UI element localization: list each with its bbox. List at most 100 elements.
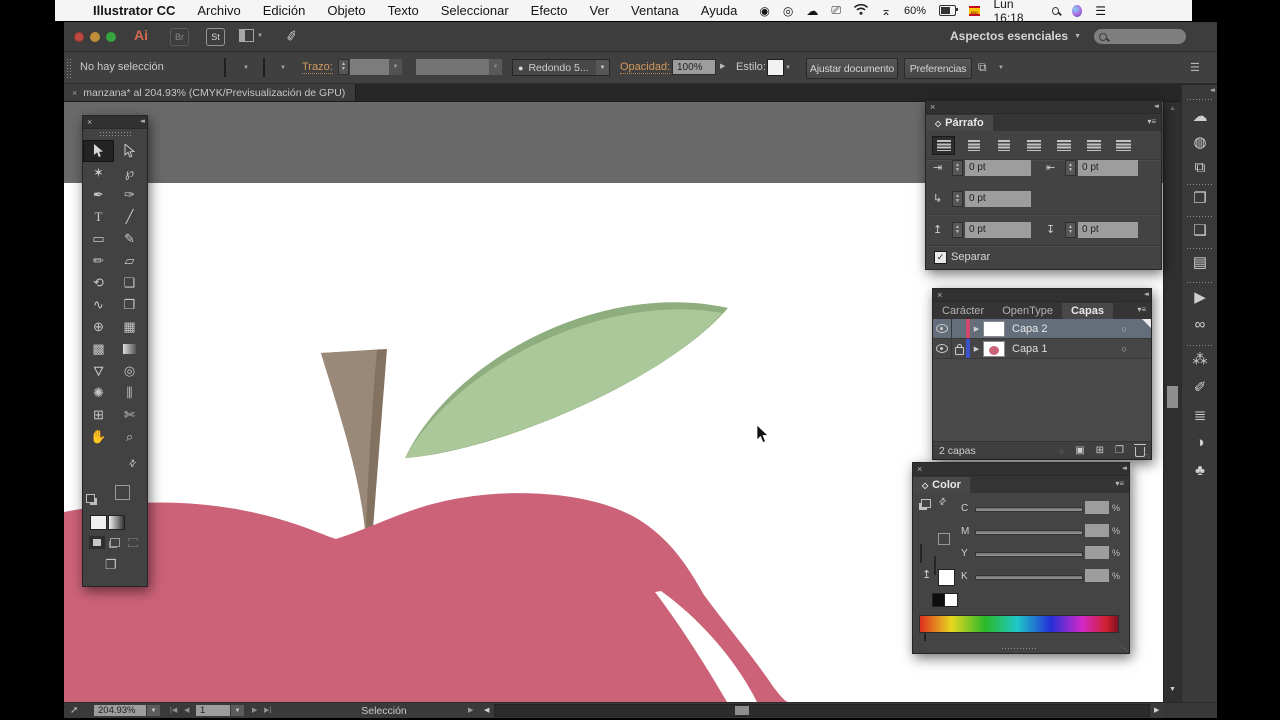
stroke-weight-dropdown[interactable]: ▼ [350, 59, 402, 75]
artboard-dropdown-arrow[interactable]: ▼ [231, 705, 244, 716]
dock-grip[interactable] [1186, 98, 1213, 102]
new-layer-icon[interactable]: ❐ [1115, 445, 1124, 456]
app-search-field[interactable] [1094, 29, 1186, 44]
tab-caracter[interactable]: Carácter [933, 303, 993, 319]
stroke-panel-icon[interactable]: ≣ [1182, 406, 1218, 424]
dock-collapse-icon[interactable]: ◂◂ [1210, 86, 1215, 94]
justify-last-center-button[interactable] [1052, 136, 1075, 155]
magenta-slider[interactable] [975, 530, 1083, 535]
draw-normal-mode-button[interactable] [89, 536, 105, 549]
gradient-tool[interactable] [114, 338, 145, 360]
color-stroke-swatch[interactable] [934, 556, 936, 575]
spotlight-icon[interactable] [1051, 6, 1060, 15]
mesh-tool[interactable]: ▩ [83, 338, 114, 360]
justify-all-button[interactable] [1112, 136, 1135, 155]
hyphenate-checkbox[interactable]: ✓ [934, 251, 947, 264]
zoom-tool[interactable]: ⌕ [114, 426, 145, 448]
pencil-tool[interactable]: ✏ [83, 250, 114, 272]
wifi-icon[interactable] [853, 3, 869, 18]
status-display-arrow-icon[interactable]: ▶ [468, 706, 473, 714]
target-status-icon[interactable]: ◎ [783, 4, 793, 18]
fit-document-button[interactable]: Ajustar documento [806, 58, 898, 79]
next-artboard-icon[interactable]: ▶ [252, 706, 257, 714]
lock-toggle[interactable] [952, 343, 966, 355]
control-panel-menu-icon[interactable]: ☰ [1190, 61, 1200, 74]
vertical-scrollbar[interactable]: ▲ ▼ [1163, 102, 1181, 702]
layer-row-capa2[interactable]: ▶ Capa 2 ○ [933, 319, 1151, 339]
black-value-input[interactable] [1085, 569, 1109, 582]
align-center-button[interactable] [962, 136, 985, 155]
color-fill-swatch[interactable] [920, 544, 922, 563]
type-tool[interactable]: T [83, 206, 114, 228]
airplay-icon[interactable]: ⌅ [881, 4, 891, 18]
space-before-stepper[interactable]: ▲ ▼ [952, 222, 963, 238]
document-tab[interactable]: × manzana* al 204.93% (CMYK/Previsualiza… [64, 84, 356, 101]
align-glyphs-chevron-icon[interactable]: ▼ [998, 65, 1004, 71]
artboard-tool[interactable]: ⊞ [83, 404, 114, 426]
close-document-icon[interactable]: × [72, 88, 77, 98]
style-swatch[interactable] [767, 59, 784, 76]
hscroll-right-arrow[interactable]: ▶ [1154, 706, 1159, 714]
display-icon[interactable]: ⎚ [831, 3, 841, 18]
draw-inside-mode-button[interactable] [125, 536, 141, 549]
locate-object-icon[interactable]: ○ [1059, 446, 1064, 456]
black-slider[interactable] [975, 575, 1083, 580]
notification-center-icon[interactable]: ☰ [1095, 4, 1106, 18]
paragraph-close-icon[interactable]: × [930, 101, 935, 113]
draw-behind-mode-button[interactable] [107, 536, 123, 549]
menu-edicion[interactable]: Edición [263, 3, 306, 18]
new-sublayer-icon[interactable]: ⊞ [1096, 445, 1104, 456]
scroll-down-arrow[interactable]: ▼ [1169, 686, 1176, 693]
cc-libraries-icon[interactable]: ☁ [1182, 107, 1218, 125]
stroke-color-chevron-icon[interactable]: ▼ [280, 65, 286, 71]
hand-tool[interactable]: ✋ [83, 426, 114, 448]
status-display[interactable]: Selección [304, 705, 464, 717]
symbols-icon[interactable]: ♣ [1182, 462, 1218, 479]
color-resize-grip[interactable]: ⋱ [1121, 645, 1128, 653]
color-mode-button[interactable] [90, 515, 107, 530]
layers-close-icon[interactable]: × [937, 289, 942, 301]
minimize-window-button[interactable] [90, 32, 100, 42]
record-status-icon[interactable]: ◉ [759, 4, 769, 18]
shape-builder-tool[interactable]: ⊕ [83, 316, 114, 338]
first-line-indent-input[interactable]: 0 pt [965, 191, 1031, 207]
color-spectrum-bar[interactable] [919, 615, 1119, 633]
paragraph-panel-header[interactable]: × ◂◂ [926, 101, 1161, 114]
touch-workspace-icon[interactable]: ✐ [284, 27, 299, 46]
curvature-tool[interactable]: ✑ [114, 184, 145, 206]
align-left-button[interactable] [932, 136, 955, 155]
align-right-button[interactable] [992, 136, 1015, 155]
actions-icon[interactable]: ▶ [1182, 288, 1218, 306]
artboards-icon[interactable]: ❐ [1182, 189, 1218, 207]
menu-archivo[interactable]: Archivo [197, 3, 240, 18]
line-segment-tool[interactable]: ╱ [114, 206, 145, 228]
dock-group-grip-4[interactable] [1186, 281, 1213, 285]
horizontal-scrollbar[interactable] [494, 704, 1150, 717]
disclosure-triangle-icon[interactable]: ▶ [970, 325, 983, 333]
column-graph-tool[interactable]: ⫼ [114, 382, 145, 404]
brush-definition-dropdown[interactable]: ● Redondo 5... ▼ [512, 59, 610, 76]
layers-panel-header[interactable]: × ◂◂ [933, 289, 1151, 302]
rotate-tool[interactable]: ⟲ [83, 272, 114, 294]
paragraph-collapse-icon[interactable]: ◂◂ [1154, 101, 1159, 113]
layers-collapse-icon[interactable]: ◂◂ [1144, 289, 1149, 301]
dock-group-grip-2[interactable] [1186, 215, 1213, 219]
keyboard-layout-icon[interactable]: ISO [968, 5, 981, 16]
menu-objeto[interactable]: Objeto [327, 3, 365, 18]
first-artboard-icon[interactable]: |◀ [170, 706, 177, 714]
symbol-sprayer-tool[interactable]: ✺ [83, 382, 114, 404]
control-bar-grip[interactable] [66, 58, 71, 78]
default-fill-stroke-icon[interactable] [86, 494, 95, 503]
layers-resize-grip[interactable]: ⋱ [1143, 451, 1150, 459]
visibility-toggle[interactable] [933, 324, 951, 333]
magic-wand-tool[interactable]: ✶ [83, 162, 114, 184]
selection-tool[interactable] [83, 140, 114, 162]
horizontal-scroll-thumb[interactable] [735, 706, 749, 715]
lasso-tool[interactable]: ℘ [114, 162, 145, 184]
cyan-value-input[interactable] [1085, 501, 1109, 514]
layer-row-capa1[interactable]: ▶ Capa 1 ○ [933, 339, 1151, 359]
yellow-value-input[interactable] [1085, 546, 1109, 559]
color-panel-header[interactable]: × ◂◂ [913, 463, 1129, 476]
layer-thumbnail-2[interactable] [983, 340, 1005, 357]
layers-panel-menu-icon[interactable]: ▾≡ [1137, 305, 1146, 314]
